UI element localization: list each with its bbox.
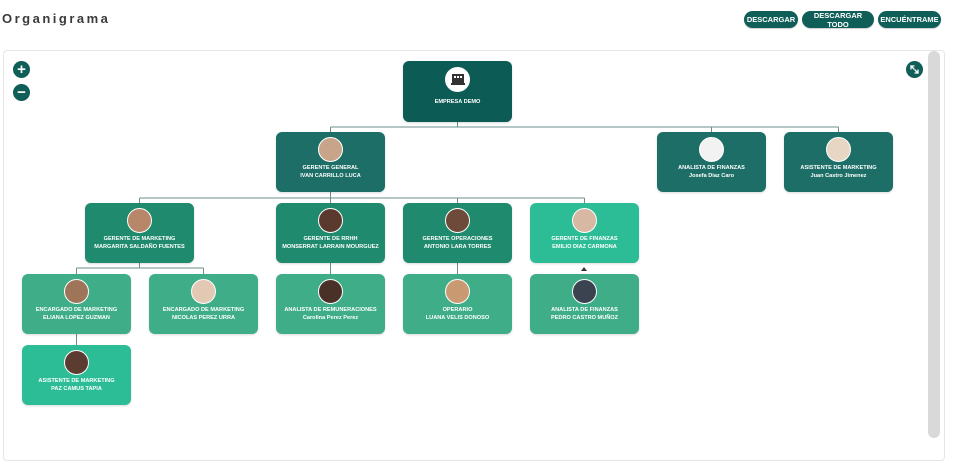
node-role: ANALISTA DE FINANZAS: [678, 165, 745, 171]
node-role: ENCARGADO DE MARKETING: [162, 307, 245, 313]
avatar: [191, 279, 216, 304]
org-node-gerente-marketing[interactable]: GERENTE DE MARKETING MARGARITA SALDAÑO F…: [85, 203, 194, 263]
node-name: NICOLAS PEREZ URRA: [171, 315, 236, 321]
avatar: [572, 208, 597, 233]
org-node-encargado-marketing-1[interactable]: ENCARGADO DE MARKETING ELIANA LOPEZ GUZM…: [22, 274, 131, 334]
avatar: [826, 137, 851, 162]
node-name: Juan Castro Jimenez: [810, 173, 867, 179]
node-name: Josefa Diaz Caro: [688, 173, 735, 179]
node-role: OPERARIO: [442, 307, 473, 313]
node-role: GERENTE DE FINANZAS: [551, 236, 618, 242]
node-name: PEDRO CASTRO MUÑOZ: [550, 315, 619, 321]
avatar: [445, 279, 470, 304]
org-node-analista-finanzas-top[interactable]: ANALISTA DE FINANZAS Josefa Diaz Caro: [657, 132, 766, 192]
avatar: [64, 350, 89, 375]
avatar: [127, 208, 152, 233]
org-node-asistente-marketing-top[interactable]: ASISTENTE DE MARKETING Juan Castro Jimen…: [784, 132, 893, 192]
avatar: [318, 137, 343, 162]
org-node-asistente-marketing-bottom[interactable]: ASISTENTE DE MARKETING PAZ CAMUS TAPIA: [22, 345, 131, 405]
org-node-analista-finanzas-bottom[interactable]: ANALISTA DE FINANZAS PEDRO CASTRO MUÑOZ: [530, 274, 639, 334]
org-node-gerente-operaciones[interactable]: GERENTE OPERACIONES ANTONIO LARA TORRES: [403, 203, 512, 263]
avatar: [64, 279, 89, 304]
avatar: [318, 208, 343, 233]
node-role: GERENTE OPERACIONES: [422, 236, 493, 242]
node-role: GERENTE DE RRHH: [303, 236, 358, 242]
org-node-gerente-rrhh[interactable]: GERENTE DE RRHH MONSERRAT LARRAIN MOURGU…: [276, 203, 385, 263]
node-name: Carolina Perez Perez: [302, 315, 359, 321]
node-role: ANALISTA DE FINANZAS: [551, 307, 618, 313]
node-name: LUANA VELIS DONOSO: [425, 315, 490, 321]
org-node-encargado-marketing-2[interactable]: ENCARGADO DE MARKETING NICOLAS PEREZ URR…: [149, 274, 258, 334]
avatar-placeholder: [699, 137, 724, 162]
org-node-empresa[interactable]: EMPRESA DEMO: [403, 61, 512, 122]
org-node-gerente-finanzas[interactable]: GERENTE DE FINANZAS EMILIO DIAZ CARMONA: [530, 203, 639, 263]
node-role: GERENTE GENERAL: [302, 165, 359, 171]
avatar: [318, 279, 343, 304]
avatar: [445, 208, 470, 233]
node-name: IVAN CARRILLO LUCA: [300, 173, 361, 179]
node-name: EMILIO DIAZ CARMONA: [552, 244, 617, 250]
org-node-operario[interactable]: OPERARIO LUANA VELIS DONOSO: [403, 274, 512, 334]
node-name: ELIANA LOPEZ GUZMAN: [43, 315, 110, 321]
node-role: GERENTE DE MARKETING: [103, 236, 176, 242]
node-role: ENCARGADO DE MARKETING: [35, 307, 118, 313]
avatar: [572, 279, 597, 304]
node-name: PAZ CAMUS TAPIA: [51, 386, 102, 392]
company-logo-icon: [445, 67, 470, 92]
node-name: MARGARITA SALDAÑO FUENTES: [94, 244, 185, 250]
node-role: EMPRESA DEMO: [434, 99, 481, 105]
node-role: ANALISTA DE REMUNERACIONES: [284, 307, 377, 313]
node-name: MONSERRAT LARRAIN MOURGUEZ: [282, 244, 379, 250]
org-node-analista-remuneraciones[interactable]: ANALISTA DE REMUNERACIONES Carolina Pere…: [276, 274, 385, 334]
node-role: ASISTENTE DE MARKETING: [800, 165, 877, 171]
node-role: ASISTENTE DE MARKETING: [38, 378, 115, 384]
org-node-gerente-general[interactable]: GERENTE GENERAL IVAN CARRILLO LUCA: [276, 132, 385, 192]
node-name: ANTONIO LARA TORRES: [423, 244, 492, 250]
